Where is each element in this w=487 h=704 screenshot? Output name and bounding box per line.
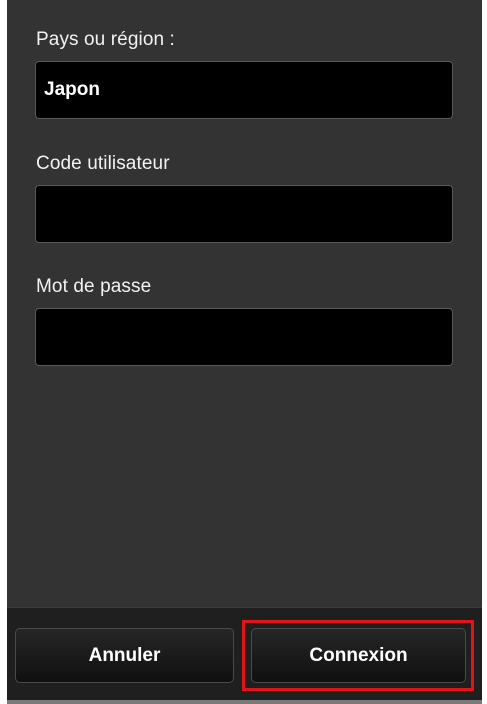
- country-label: Pays ou région :: [36, 29, 175, 50]
- cancel-button[interactable]: Annuler: [15, 628, 234, 683]
- user-id-field[interactable]: [35, 185, 453, 243]
- country-value: Japon: [44, 79, 100, 100]
- login-button[interactable]: Connexion: [251, 628, 466, 683]
- login-screen: Pays ou région : Japon Code utilisateur …: [7, 0, 482, 700]
- user-id-label: Code utilisateur: [36, 153, 170, 174]
- button-bar: Annuler Connexion: [7, 607, 482, 700]
- country-field[interactable]: Japon: [35, 61, 453, 119]
- password-label: Mot de passe: [36, 276, 152, 297]
- password-field[interactable]: [35, 308, 453, 366]
- bottom-edge: [7, 700, 482, 704]
